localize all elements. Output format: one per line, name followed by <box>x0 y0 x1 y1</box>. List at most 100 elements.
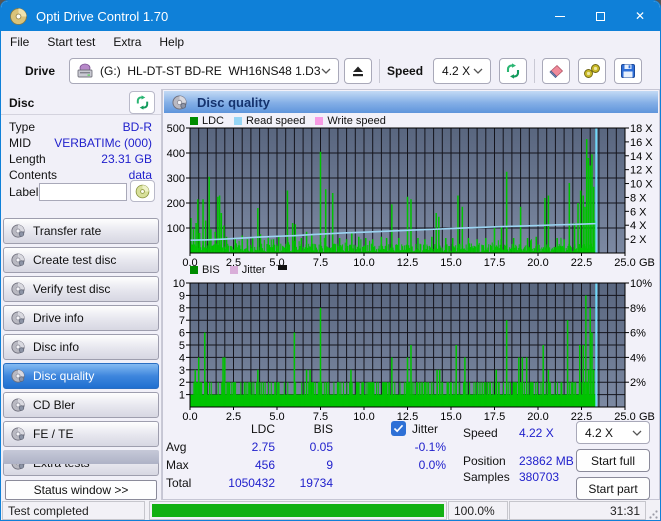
svg-text:7.5: 7.5 <box>313 257 328 269</box>
sidebar-item-label: Transfer rate <box>33 224 102 238</box>
progress-fill <box>152 504 444 517</box>
statusbar: Test completed 100.0% 31:31 <box>1 500 660 520</box>
disc-label-burn-button[interactable] <box>130 180 155 202</box>
eject-button[interactable] <box>344 58 373 84</box>
stats-max-ldc: 456 <box>254 458 275 472</box>
svg-text:12.5: 12.5 <box>397 257 418 269</box>
sidebar-item-cd-bler[interactable]: CD Bler <box>3 392 159 418</box>
disc-contents-label: Contents <box>9 168 58 182</box>
save-button[interactable] <box>614 58 643 84</box>
chart2-legend: BIS Jitter <box>190 264 287 276</box>
resize-grip[interactable] <box>646 500 660 520</box>
disc-label-input[interactable] <box>39 183 127 201</box>
samples-stat-value: 380703 <box>519 470 560 484</box>
svg-text:7: 7 <box>179 315 185 327</box>
svg-text:25.0: 25.0 <box>614 257 635 269</box>
minimize-button[interactable] <box>540 1 580 31</box>
stats-total-bis: 19734 <box>299 476 333 490</box>
svg-text:18 X: 18 X <box>630 124 653 135</box>
app-disc-icon <box>10 8 27 25</box>
svg-text:2%: 2% <box>630 377 646 389</box>
progress-bar <box>149 501 447 520</box>
speed-select-value: 4.2 X <box>585 425 614 440</box>
svg-text:100: 100 <box>167 223 185 235</box>
bis-chart: 123456789102%4%6%8%10%0.0 2.5 5.0 7.5 10.0 12… <box>173 278 655 423</box>
stats-row-avg-label: Avg <box>166 440 187 454</box>
speed-stat-label: Speed <box>463 426 498 440</box>
window-title: Opti Drive Control 1.70 <box>36 8 169 24</box>
elapsed-time: 31:31 <box>509 501 646 520</box>
position-stat-value: 23862 MB <box>519 454 574 468</box>
sidebar-item-label: Create test disc <box>33 253 117 267</box>
disc-icon <box>11 369 25 383</box>
menu-extra[interactable]: Extra <box>104 32 150 52</box>
disc-icon <box>11 224 25 238</box>
position-stat-label: Position <box>463 454 506 468</box>
disc-icon <box>11 282 25 296</box>
sidebar-item-label: FE / TE <box>33 427 74 441</box>
status-text: Test completed <box>2 501 145 520</box>
svg-text:5: 5 <box>179 340 185 352</box>
chevron-down-icon <box>473 68 483 74</box>
left-panel: Disc Type BD-R MID VERBATIMc (000) Lengt… <box>1 89 162 500</box>
sidebar-item-disc-quality[interactable]: Disc quality <box>3 363 159 389</box>
sidebar-item-label: CD Bler <box>33 398 76 412</box>
stats-header-ldc: LDC <box>250 422 275 436</box>
panel-title: Disc quality <box>197 94 270 110</box>
toolbar: Drive (G:) HL-DT-ST BD-RE WH16NS48 1.D3 … <box>1 53 660 89</box>
stats-max-bis: 9 <box>326 458 333 472</box>
disc-burn-icon <box>135 184 150 199</box>
sidebar-item-label: Verify test disc <box>33 282 111 296</box>
disc-mid-value: VERBATIMc (000) <box>54 136 152 150</box>
refresh-button[interactable] <box>499 58 528 84</box>
chevron-down-icon <box>321 68 331 74</box>
status-window-button[interactable]: Status window >> <box>5 480 157 500</box>
sidebar-item-disc-info[interactable]: Disc info <box>3 334 159 360</box>
svg-text:2: 2 <box>179 377 185 389</box>
svg-text:17.5: 17.5 <box>484 257 505 269</box>
panel-header: Disc quality <box>164 91 658 113</box>
close-button[interactable]: ✕ <box>620 1 660 31</box>
sidebar-item-fe-te[interactable]: FE / TE <box>3 421 159 447</box>
maximize-button[interactable] <box>580 1 620 31</box>
sidebar-item-transfer-rate[interactable]: Transfer rate <box>3 218 159 244</box>
disc-icon <box>11 253 25 267</box>
disc-type-label: Type <box>9 120 36 134</box>
start-full-button[interactable]: Start full <box>576 449 650 472</box>
toolbar-separator <box>534 59 536 83</box>
search-button[interactable] <box>578 58 607 84</box>
menu-help[interactable]: Help <box>150 32 193 52</box>
save-icon <box>620 63 636 79</box>
disc-refresh-button[interactable] <box>129 91 155 114</box>
menubar: File Start test Extra Help <box>1 31 660 53</box>
svg-text:6: 6 <box>179 328 185 340</box>
jitter-checkbox[interactable] <box>391 421 406 436</box>
disc-length-label: Length <box>9 152 46 166</box>
legend-marker <box>277 264 287 270</box>
disc-quality-icon <box>172 95 187 110</box>
svg-text:8: 8 <box>179 303 185 315</box>
drive-combo[interactable]: (G:) HL-DT-ST BD-RE WH16NS48 1.D3 <box>69 58 340 84</box>
sidebar-item-drive-info[interactable]: Drive info <box>3 305 159 331</box>
speed-combo[interactable]: 4.2 X <box>433 58 492 84</box>
ldc-chart: 100 200 300 400 500 2 X 4 X 6 X 8 X10 X 12 X 14 X 1… <box>167 124 655 269</box>
sidebar-item-verify-test-disc[interactable]: Verify test disc <box>3 276 159 302</box>
svg-text:15.0: 15.0 <box>440 257 461 269</box>
menu-start-test[interactable]: Start test <box>38 32 104 52</box>
erase-button[interactable] <box>542 58 571 84</box>
speed-select-combo[interactable]: 4.2 X <box>576 421 650 444</box>
disc-icon <box>11 311 25 325</box>
refresh-icon <box>135 95 150 110</box>
svg-text:16 X: 16 X <box>630 137 653 149</box>
legend-item: Jitter <box>229 264 266 276</box>
speed-stat-value: 4.22 X <box>519 426 554 440</box>
svg-text:300: 300 <box>167 173 185 185</box>
start-part-button[interactable]: Start part <box>576 477 650 500</box>
eraser-icon <box>547 63 565 79</box>
eject-icon <box>350 63 366 79</box>
stats-avg-ldc: 2.75 <box>251 440 275 454</box>
svg-text:3: 3 <box>179 365 185 377</box>
menu-file[interactable]: File <box>1 32 38 52</box>
svg-text:1: 1 <box>179 390 185 402</box>
sidebar-item-create-test-disc[interactable]: Create test disc <box>3 247 159 273</box>
